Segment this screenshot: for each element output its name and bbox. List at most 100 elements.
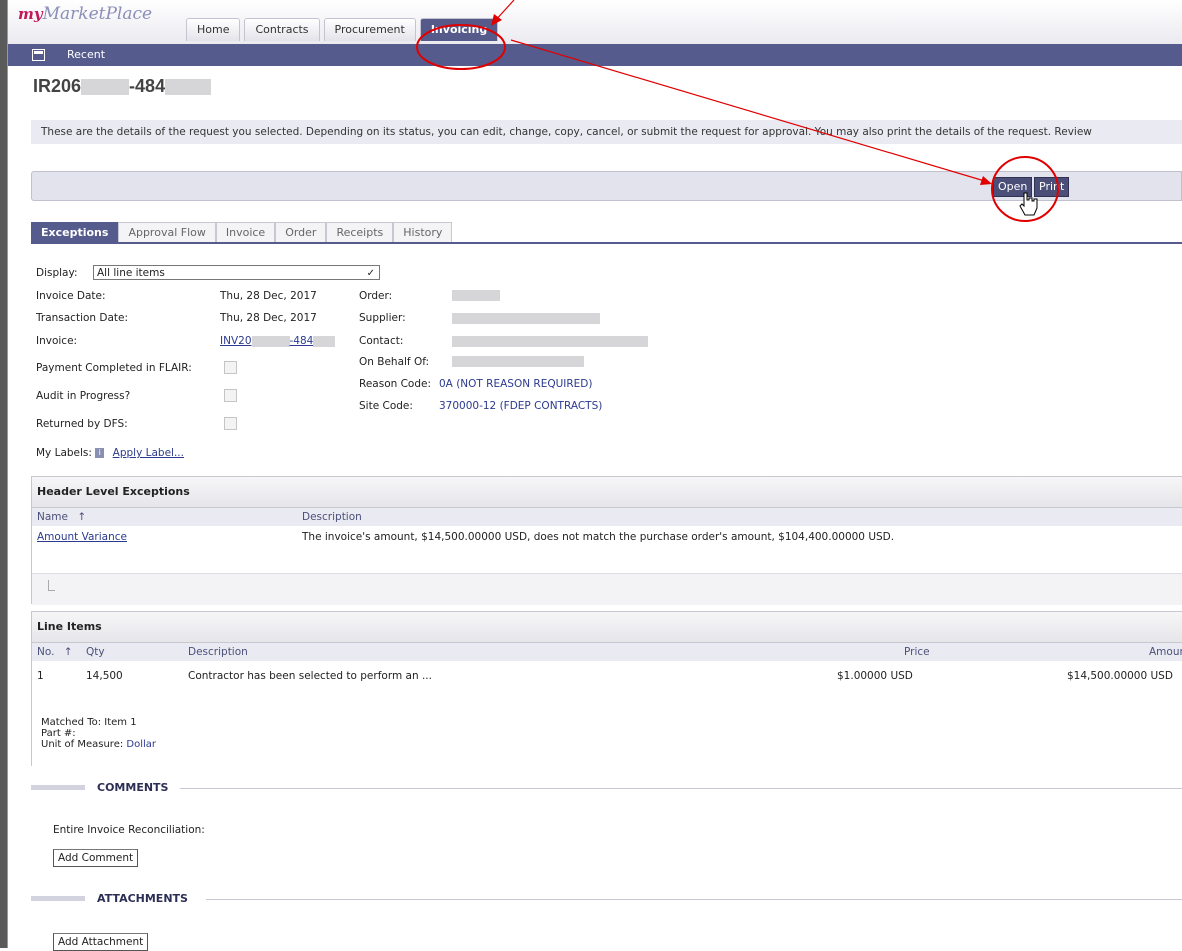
header-exceptions-title: Header Level Exceptions bbox=[32, 477, 1182, 508]
reason-code-value: 0A (NOT REASON REQUIRED) bbox=[439, 378, 593, 390]
line-items-section: Line Items No. ↑ Qty Description Price A… bbox=[31, 611, 1182, 766]
uom-label: Unit of Measure: bbox=[41, 739, 124, 750]
returned-label: Returned by DFS: bbox=[36, 418, 128, 430]
col-name[interactable]: Name ↑ bbox=[37, 508, 86, 526]
col-no-label: No. bbox=[37, 646, 55, 658]
tab-history[interactable]: History bbox=[393, 222, 453, 243]
header-exceptions-section: Header Level Exceptions Name ↑ Descripti… bbox=[31, 476, 1182, 605]
comments-title: COMMENTS bbox=[97, 781, 169, 794]
tree-connector-icon bbox=[48, 580, 55, 591]
col-description[interactable]: Description bbox=[302, 508, 362, 526]
comments-divider-line bbox=[180, 788, 1182, 789]
invoice-date-label: Invoice Date: bbox=[36, 290, 106, 302]
row-detail-area bbox=[32, 573, 1182, 605]
logo-marketplace-text: MarketPlace bbox=[42, 4, 153, 24]
redacted-block bbox=[165, 79, 212, 96]
table-row: 1 14,500 Contractor has been selected to… bbox=[32, 661, 1182, 691]
sort-arrow-icon: ↑ bbox=[63, 646, 73, 658]
apply-label-link[interactable]: Apply Label... bbox=[113, 447, 184, 459]
info-message: These are the details of the request you… bbox=[31, 120, 1182, 144]
line-no: 1 bbox=[37, 670, 44, 682]
sort-arrow-icon: ↑ bbox=[77, 511, 87, 523]
comments-divider-bar bbox=[31, 785, 85, 790]
line-items-title: Line Items bbox=[32, 612, 1182, 643]
display-select[interactable]: All line items ✓ bbox=[93, 265, 380, 280]
window-frame bbox=[0, 0, 8, 948]
transaction-date-value: Thu, 28 Dec, 2017 bbox=[220, 312, 317, 324]
reason-code-label: Reason Code: bbox=[359, 378, 432, 390]
page-title: IR206 -484 bbox=[33, 76, 212, 97]
col-description[interactable]: Description bbox=[188, 643, 248, 661]
invoice-link[interactable]: INV20 -484 bbox=[220, 335, 336, 347]
unit-of-measure: Unit of Measure: Dollar bbox=[41, 739, 156, 750]
order-label: Order: bbox=[359, 290, 393, 302]
line-items-columns: No. ↑ Qty Description Price Amount bbox=[32, 643, 1182, 661]
sub-navigation-bar: Recent bbox=[8, 44, 1182, 66]
line-item-details: Matched To: Item 1 Part #: Unit of Measu… bbox=[41, 717, 156, 750]
tab-receipts[interactable]: Receipts bbox=[326, 222, 394, 243]
print-button[interactable]: Print bbox=[1034, 177, 1070, 197]
attachments-divider-bar bbox=[31, 896, 85, 901]
invoice-link-middle: -484 bbox=[289, 335, 314, 347]
line-price: $1.00000 USD bbox=[837, 670, 913, 682]
redacted-block bbox=[251, 335, 290, 347]
redacted-contact bbox=[452, 336, 648, 347]
amount-variance-link[interactable]: Amount Variance bbox=[37, 531, 127, 543]
invoice-date-value: Thu, 28 Dec, 2017 bbox=[220, 290, 317, 302]
info-icon[interactable]: i bbox=[95, 448, 105, 458]
display-select-value: All line items bbox=[97, 267, 165, 279]
tab-exceptions[interactable]: Exceptions bbox=[31, 222, 119, 243]
payment-completed-checkbox[interactable] bbox=[224, 361, 237, 374]
title-prefix: IR206 bbox=[33, 76, 82, 96]
marketplace-logo[interactable]: myMarketPlace bbox=[18, 4, 152, 24]
invoice-link-prefix: INV20 bbox=[220, 335, 252, 347]
line-qty: 14,500 bbox=[86, 670, 123, 682]
part-number: Part #: bbox=[41, 728, 76, 739]
col-name-label: Name bbox=[37, 511, 68, 523]
col-price[interactable]: Price bbox=[904, 643, 930, 661]
nav-tab-home[interactable]: Home bbox=[186, 18, 241, 41]
add-comment-button[interactable]: Add Comment bbox=[53, 849, 139, 867]
line-description[interactable]: Contractor has been selected to perform … bbox=[188, 670, 432, 682]
audit-label: Audit in Progress? bbox=[36, 390, 131, 402]
action-bar: Open Print bbox=[31, 171, 1182, 201]
col-amount[interactable]: Amount bbox=[1149, 643, 1182, 661]
invoice-label: Invoice: bbox=[36, 335, 78, 347]
open-button[interactable]: Open bbox=[993, 177, 1033, 197]
header-exceptions-columns: Name ↑ Description bbox=[32, 508, 1182, 526]
tab-invoice[interactable]: Invoice bbox=[215, 222, 276, 243]
returned-checkbox[interactable] bbox=[224, 417, 237, 430]
col-qty[interactable]: Qty bbox=[86, 643, 105, 661]
main-nav: Home Contracts Procurement Invoicing bbox=[186, 18, 499, 41]
recent-menu[interactable]: Recent bbox=[67, 48, 105, 61]
line-amount: $14,500.00000 USD bbox=[1067, 670, 1173, 682]
site-code-value: 370000-12 (FDEP CONTRACTS) bbox=[439, 400, 603, 412]
audit-checkbox[interactable] bbox=[224, 389, 237, 402]
recent-icon[interactable] bbox=[32, 49, 45, 61]
chevron-down-icon: ✓ bbox=[366, 268, 375, 279]
my-labels: My Labels: i Apply Label... bbox=[36, 447, 184, 459]
nav-tab-contracts[interactable]: Contracts bbox=[244, 18, 320, 41]
display-label: Display: bbox=[36, 267, 78, 279]
contact-label: Contact: bbox=[359, 335, 404, 347]
add-attachment-button[interactable]: Add Attachment bbox=[53, 933, 149, 951]
col-no[interactable]: No. ↑ bbox=[37, 643, 73, 661]
nav-tab-invoicing[interactable]: Invoicing bbox=[419, 18, 499, 41]
table-row: Amount Variance The invoice's amount, $1… bbox=[32, 526, 1182, 550]
nav-tab-procurement[interactable]: Procurement bbox=[323, 18, 416, 41]
top-navigation-bar: myMarketPlace Home Contracts Procurement… bbox=[8, 0, 1182, 45]
redacted-block bbox=[81, 79, 130, 96]
title-middle: -484 bbox=[129, 76, 166, 96]
matched-to: Matched To: Item 1 bbox=[41, 717, 137, 728]
my-labels-text: My Labels: bbox=[36, 447, 92, 459]
attachments-title: ATTACHMENTS bbox=[97, 892, 188, 905]
tab-approval-flow[interactable]: Approval Flow bbox=[118, 222, 216, 243]
payment-completed-label: Payment Completed in FLAIR: bbox=[36, 362, 192, 374]
reconciliation-label: Entire Invoice Reconciliation: bbox=[53, 824, 205, 836]
tab-order[interactable]: Order bbox=[275, 222, 327, 243]
redacted-order bbox=[452, 290, 500, 301]
redacted-block bbox=[313, 335, 336, 347]
redacted-on-behalf bbox=[452, 356, 584, 367]
site-code-label: Site Code: bbox=[359, 400, 413, 412]
supplier-label: Supplier: bbox=[359, 312, 406, 324]
